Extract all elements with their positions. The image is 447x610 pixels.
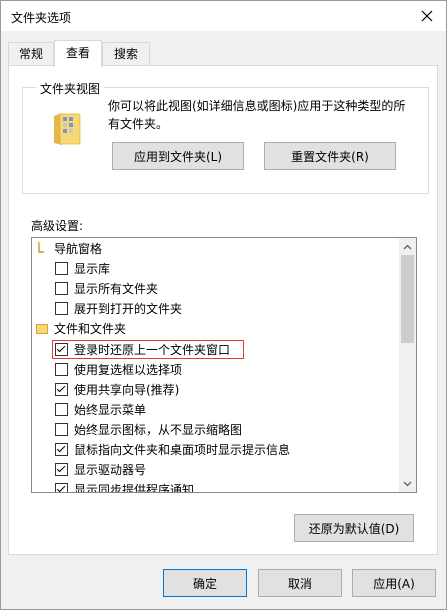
ok-button[interactable]: 确定 bbox=[163, 569, 247, 597]
checkbox[interactable] bbox=[55, 422, 68, 436]
close-button[interactable] bbox=[408, 1, 446, 31]
option-label: 显示库 bbox=[74, 261, 111, 276]
checkbox[interactable] bbox=[55, 462, 68, 476]
folder-view-icon bbox=[54, 113, 81, 145]
category-navigation-pane: 导航窗格 bbox=[36, 238, 402, 258]
title-bar: 文件夹选项 bbox=[1, 1, 446, 31]
option-label: 始终显示菜单 bbox=[74, 402, 147, 417]
advanced-settings-label: 高级设置: bbox=[31, 219, 84, 233]
checkbox[interactable] bbox=[55, 362, 68, 376]
option-label: 显示驱动器号 bbox=[74, 462, 147, 477]
chevron-up-icon bbox=[403, 244, 412, 249]
option-always-show-menus[interactable]: 始终显示菜单 bbox=[55, 399, 416, 419]
tab-search[interactable]: 搜索 bbox=[102, 42, 150, 65]
navigation-pane-icon bbox=[37, 241, 44, 253]
option-show-sync-notifications[interactable]: 显示同步提供程序通知 bbox=[55, 479, 416, 493]
tab-general[interactable]: 常规 bbox=[8, 42, 54, 65]
apply-to-folders-button[interactable]: 应用到文件夹(L) bbox=[112, 142, 244, 170]
folder-views-description: 你可以将此视图(如详细信息或图标)应用于这种类型的所有文件夹。 bbox=[108, 99, 406, 131]
option-label: 使用共享向导(推荐) bbox=[74, 382, 180, 397]
option-show-drive-letters[interactable]: 显示驱动器号 bbox=[55, 459, 416, 479]
restore-defaults-button[interactable]: 还原为默认值(D) bbox=[294, 514, 414, 542]
tab-view[interactable]: 查看 bbox=[54, 40, 102, 67]
checkbox[interactable] bbox=[55, 301, 68, 315]
option-show-libraries[interactable]: 显示库 bbox=[55, 258, 416, 278]
option-use-checkboxes[interactable]: 使用复选框以选择项 bbox=[55, 359, 416, 379]
option-show-popup-description[interactable]: 鼠标指向文件夹和桌面项时显示提示信息 bbox=[55, 439, 416, 459]
checkbox[interactable] bbox=[55, 482, 68, 492]
reset-folders-button[interactable]: 重置文件夹(R) bbox=[264, 142, 396, 170]
option-label: 显示同步提供程序通知 bbox=[74, 482, 195, 493]
folder-views-label: 文件夹视图 bbox=[36, 80, 105, 97]
apply-button[interactable]: 应用(A) bbox=[352, 569, 436, 597]
close-icon bbox=[421, 10, 433, 22]
highlight-box bbox=[52, 340, 244, 359]
option-label: 始终显示图标，从不显示缩略图 bbox=[74, 422, 243, 437]
category-label: 文件和文件夹 bbox=[54, 321, 127, 336]
option-sharing-wizard[interactable]: 使用共享向导(推荐) bbox=[55, 379, 416, 399]
advanced-settings-list[interactable]: 导航窗格 显示库 显示所有文件夹 展开到打开的文件夹 文件和文件夹 登录时还原上… bbox=[31, 237, 417, 493]
category-files-and-folders: 文件和文件夹 bbox=[36, 318, 402, 338]
option-label: 鼠标指向文件夹和桌面项时显示提示信息 bbox=[74, 442, 291, 457]
window-title: 文件夹选项 bbox=[11, 11, 72, 25]
checkbox[interactable] bbox=[55, 382, 68, 396]
option-show-all-folders[interactable]: 显示所有文件夹 bbox=[55, 278, 416, 298]
cancel-button[interactable]: 取消 bbox=[258, 569, 342, 597]
checkbox[interactable] bbox=[55, 442, 68, 456]
checkbox[interactable] bbox=[55, 261, 68, 275]
category-label: 导航窗格 bbox=[54, 241, 103, 256]
checkbox[interactable] bbox=[55, 402, 68, 416]
option-label: 展开到打开的文件夹 bbox=[74, 301, 183, 316]
checkbox[interactable] bbox=[55, 281, 68, 295]
option-label: 显示所有文件夹 bbox=[74, 281, 159, 296]
scroll-thumb[interactable] bbox=[401, 255, 414, 343]
scroll-down-button[interactable] bbox=[399, 475, 416, 492]
option-always-show-icons[interactable]: 始终显示图标，从不显示缩略图 bbox=[55, 419, 416, 439]
scroll-up-button[interactable] bbox=[399, 238, 416, 255]
chevron-down-icon bbox=[403, 481, 412, 486]
option-label: 使用复选框以选择项 bbox=[74, 362, 183, 377]
folder-icon bbox=[36, 324, 48, 334]
vertical-scrollbar[interactable] bbox=[399, 238, 416, 492]
option-expand-to-open-folder[interactable]: 展开到打开的文件夹 bbox=[55, 298, 416, 318]
